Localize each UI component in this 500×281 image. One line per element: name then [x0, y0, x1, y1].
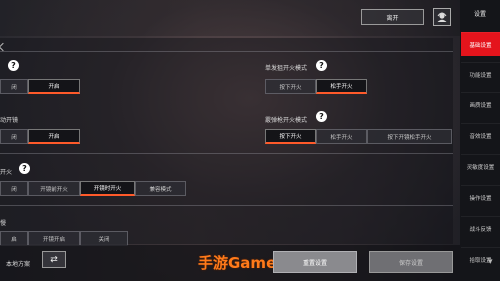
- section-title: 动开镜: [0, 117, 19, 124]
- section-title: 霰弹枪开火模式: [265, 117, 308, 124]
- section-title: 单发狙开火模式: [265, 65, 308, 72]
- leave-button[interactable]: 离开: [361, 9, 424, 25]
- reset-button[interactable]: 重置设置: [273, 251, 357, 273]
- auto-scope-toggle: 闭 开启: [0, 129, 80, 144]
- option-scope-release-fire[interactable]: 按下开镜松手开火: [367, 129, 452, 144]
- sidebar-item-basic[interactable]: 基础设置: [461, 32, 500, 56]
- save-button[interactable]: 保存设置: [369, 251, 453, 273]
- slow-toggle: 启 开镜开启 关闭: [0, 231, 128, 246]
- option-on[interactable]: 启: [0, 231, 28, 246]
- sidebar-item-audio[interactable]: 音效设置: [461, 123, 500, 147]
- shotgun-fire-mode-toggle: 按下开火 松手开火 按下开镜松手开火: [265, 129, 452, 144]
- option-release-fire[interactable]: 松手开火: [316, 79, 367, 94]
- option-on[interactable]: 开启: [28, 129, 80, 144]
- help-icon[interactable]: ?: [8, 60, 19, 71]
- option-off[interactable]: 闭: [0, 129, 28, 144]
- option-off[interactable]: 闭: [0, 181, 28, 196]
- option-compat-mode[interactable]: 兼容模式: [135, 181, 186, 196]
- option-fire-while-scoped[interactable]: 开镜时开火: [80, 181, 135, 196]
- sniper-fire-mode-toggle: 按下开火 松手开火: [265, 79, 367, 94]
- headset-icon[interactable]: [433, 8, 451, 26]
- watermark: 手游Game: [198, 254, 277, 272]
- section-title: 开火: [0, 169, 13, 176]
- fire-mode-toggle: 闭 开镜前开火 开镜时开火 兼容模式: [0, 181, 186, 196]
- sidebar-item-function[interactable]: 功能设置: [461, 62, 500, 86]
- help-icon[interactable]: ?: [316, 60, 327, 71]
- section-title: 慢: [0, 220, 7, 227]
- sidebar-item-sensitivity[interactable]: 灵敏度设置: [461, 154, 500, 178]
- sidebar-item-controls[interactable]: 操作设置: [461, 185, 500, 209]
- option-release-fire[interactable]: 松手开火: [316, 129, 367, 144]
- option-fire-before-scope[interactable]: 开镜前开火: [28, 181, 80, 196]
- option-press-fire[interactable]: 按下开火: [265, 79, 316, 94]
- local-scheme-label: 本地方案: [6, 261, 31, 268]
- option-scope-on[interactable]: 开镜开启: [28, 231, 80, 246]
- s1-left-toggle: 闭 开启: [0, 79, 80, 94]
- option-on[interactable]: 开启: [28, 79, 80, 94]
- sidebar-item-combat-feedback[interactable]: 战斗反馈: [461, 216, 500, 240]
- sidebar-title: 设置: [473, 11, 486, 18]
- sidebar-item-graphics[interactable]: 画质设置: [461, 92, 500, 116]
- sidebar-item-pickup[interactable]: 拾取设置: [461, 247, 500, 271]
- help-icon[interactable]: ?: [316, 111, 327, 122]
- option-off[interactable]: 关闭: [80, 231, 128, 246]
- help-icon[interactable]: ?: [19, 163, 30, 174]
- scroll-down-icon[interactable]: ▾: [488, 257, 493, 267]
- divider: [0, 205, 453, 206]
- option-press-fire[interactable]: 按下开火: [265, 129, 316, 144]
- divider: [0, 51, 453, 52]
- swap-icon[interactable]: ⇄: [42, 251, 66, 268]
- option-off[interactable]: 闭: [0, 79, 28, 94]
- divider: [0, 153, 453, 154]
